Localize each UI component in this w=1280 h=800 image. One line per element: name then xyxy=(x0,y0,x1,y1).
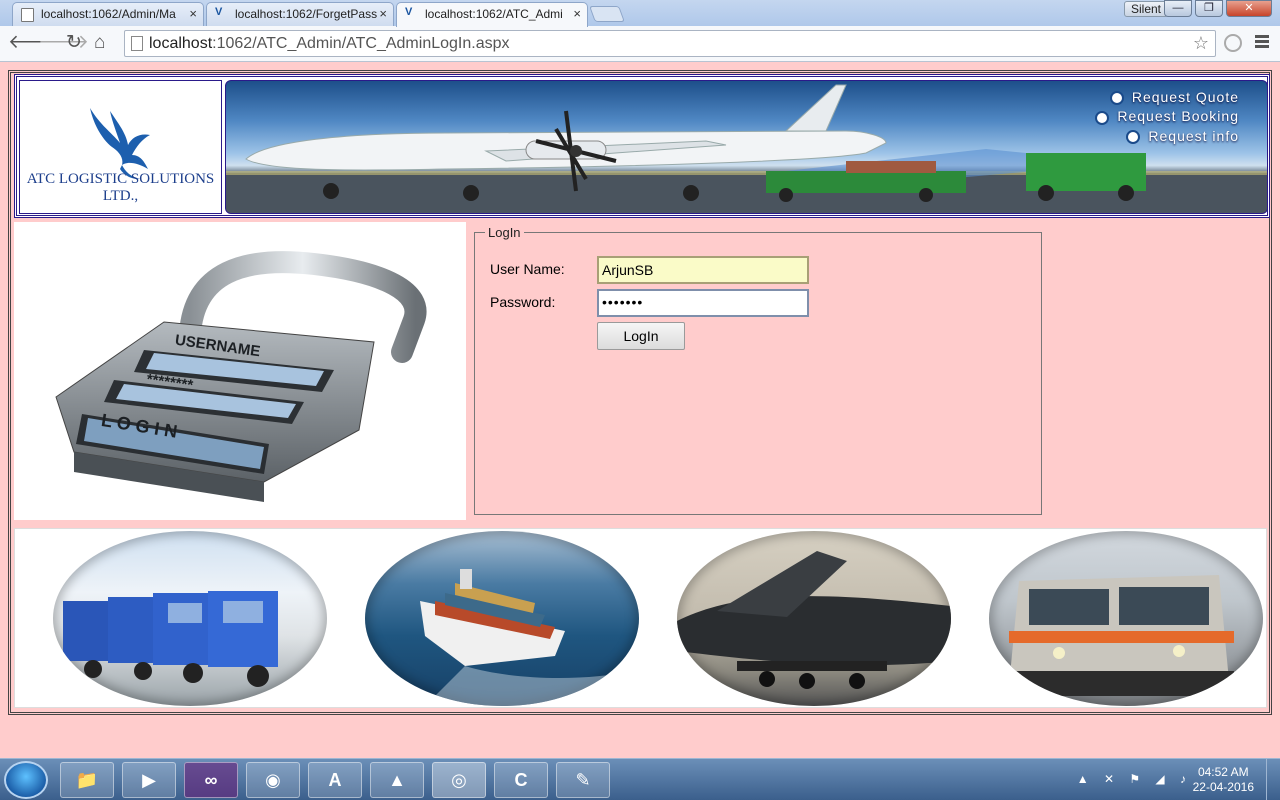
header-banner: Request Quote Request Booking Request in… xyxy=(225,80,1268,214)
padlock-illustration: USERNAME ******** L O G I N xyxy=(55,251,427,502)
close-window-button[interactable]: ✕ xyxy=(1226,0,1272,17)
username-label: User Name: xyxy=(490,261,565,277)
tab-label: localhost:1062/Admin/Ma xyxy=(41,7,176,21)
extension-icon[interactable] xyxy=(1224,34,1242,52)
banner-links: Request Quote Request Booking Request in… xyxy=(1095,89,1239,147)
system-tray-icons[interactable]: ▲ ✕ ⚑ ◢ ♪ xyxy=(1077,772,1192,786)
maximize-button[interactable]: ❐ xyxy=(1195,0,1223,17)
info-icon xyxy=(1126,129,1141,144)
transport-image-strip xyxy=(14,528,1267,708)
home-icon[interactable]: ⌂ xyxy=(94,32,105,54)
close-tab-icon[interactable]: × xyxy=(189,6,197,21)
close-tab-icon[interactable]: × xyxy=(573,6,581,21)
train-image xyxy=(989,531,1263,706)
address-bar[interactable]: localhost:1062/ATC_Admin/ATC_AdminLogIn.… xyxy=(124,30,1216,57)
explorer-taskbar-icon[interactable]: 📁 xyxy=(60,762,114,798)
url-host: localhost xyxy=(149,35,213,52)
windows-taskbar: 📁 ▶ ∞ ◉ A ▲ ◎ C ✎ ▲ ✕ ⚑ ◢ ♪ 04:52 AM 22-… xyxy=(0,758,1280,800)
browser-toolbar: 🡐 🡒 ↻ ⌂ localhost:1062/ATC_Admin/ATC_Adm… xyxy=(0,26,1280,62)
main-frame: ATC LOGISTIC SOLUTIONS LTD., Request Quo… xyxy=(8,70,1272,715)
vlc-taskbar-icon[interactable]: ▲ xyxy=(370,762,424,798)
request-quote-link[interactable]: Request Quote xyxy=(1095,89,1239,106)
bookmark-star-icon[interactable]: ☆ xyxy=(1193,31,1209,56)
reload-icon[interactable]: ↻ xyxy=(66,32,82,54)
site-favicon-icon: V xyxy=(215,6,223,18)
browser-tab-forget-password[interactable]: V localhost:1062/ForgetPass × xyxy=(206,2,394,26)
username-input[interactable] xyxy=(597,256,809,284)
train-illustration xyxy=(1009,575,1234,696)
request-booking-label: Request Booking xyxy=(1117,108,1239,125)
login-legend: LogIn xyxy=(488,225,521,240)
media-player-taskbar-icon[interactable]: ▶ xyxy=(122,762,176,798)
password-input[interactable]: ••••••• xyxy=(597,289,809,317)
ccleaner-taskbar-icon[interactable]: C xyxy=(494,762,548,798)
site-header: ATC LOGISTIC SOLUTIONS LTD., Request Quo… xyxy=(14,74,1270,218)
page-body: ATC LOGISTIC SOLUTIONS LTD., Request Quo… xyxy=(0,62,1280,758)
show-desktop-button[interactable] xyxy=(1266,759,1280,800)
company-logo[interactable]: ATC LOGISTIC SOLUTIONS LTD., xyxy=(19,80,222,214)
firefox-taskbar-icon[interactable]: ◉ xyxy=(246,762,300,798)
paint-taskbar-icon[interactable]: ✎ xyxy=(556,762,610,798)
chrome-menu-icon[interactable] xyxy=(1255,35,1269,50)
request-booking-link[interactable]: Request Booking xyxy=(1095,108,1239,125)
start-button[interactable] xyxy=(4,761,48,799)
visual-studio-taskbar-icon[interactable]: ∞ xyxy=(184,762,238,798)
login-fieldset: LogIn User Name: Password: ••••••• LogIn xyxy=(474,225,1042,515)
window-controls: — ❐ ✕ xyxy=(1164,0,1272,18)
login-button[interactable]: LogIn xyxy=(597,322,685,350)
page-info-icon[interactable] xyxy=(131,36,143,51)
close-tab-icon[interactable]: × xyxy=(379,6,387,21)
system-clock[interactable]: 04:52 AM 22-04-2016 xyxy=(1193,765,1254,795)
browser-tab-admin-main[interactable]: localhost:1062/Admin/Ma × xyxy=(12,2,204,26)
company-name: ATC LOGISTIC SOLUTIONS LTD., xyxy=(26,171,215,204)
trucks-illustration xyxy=(63,591,278,687)
clock-time: 04:52 AM xyxy=(1197,765,1249,779)
padlock-image: USERNAME ******** L O G I N xyxy=(14,222,466,520)
clock-date: 22-04-2016 xyxy=(1192,780,1254,794)
cargo-plane-image xyxy=(677,531,951,706)
chrome-taskbar-icon[interactable]: ◎ xyxy=(432,762,486,798)
password-label: Password: xyxy=(490,294,556,310)
booking-icon xyxy=(1095,110,1110,125)
plane-illustration xyxy=(677,551,951,689)
tab-label: localhost:1062/ForgetPass xyxy=(235,7,378,21)
url-path: :1062/ATC_Admin/ATC_AdminLogIn.aspx xyxy=(212,35,510,52)
dollar-icon xyxy=(1109,91,1124,106)
page-icon xyxy=(21,8,34,22)
request-quote-label: Request Quote xyxy=(1131,89,1239,105)
acrobat-taskbar-icon[interactable]: A xyxy=(308,762,362,798)
site-favicon-icon: V xyxy=(405,6,413,18)
browser-tab-admin-login[interactable]: V localhost:1062/ATC_Admi × xyxy=(396,2,588,27)
cargo-ship-image xyxy=(365,531,639,706)
minimize-button[interactable]: — xyxy=(1164,0,1192,17)
tab-strip: localhost:1062/Admin/Ma × V localhost:10… xyxy=(0,0,1280,27)
trucks-image xyxy=(53,531,327,706)
tab-label: localhost:1062/ATC_Admi xyxy=(425,7,563,21)
request-info-link[interactable]: Request info xyxy=(1095,128,1239,144)
request-info-label: Request info xyxy=(1148,127,1239,144)
profile-badge[interactable]: Silent xyxy=(1124,1,1169,17)
ship-illustration xyxy=(420,569,635,706)
new-tab-button[interactable] xyxy=(589,6,625,22)
